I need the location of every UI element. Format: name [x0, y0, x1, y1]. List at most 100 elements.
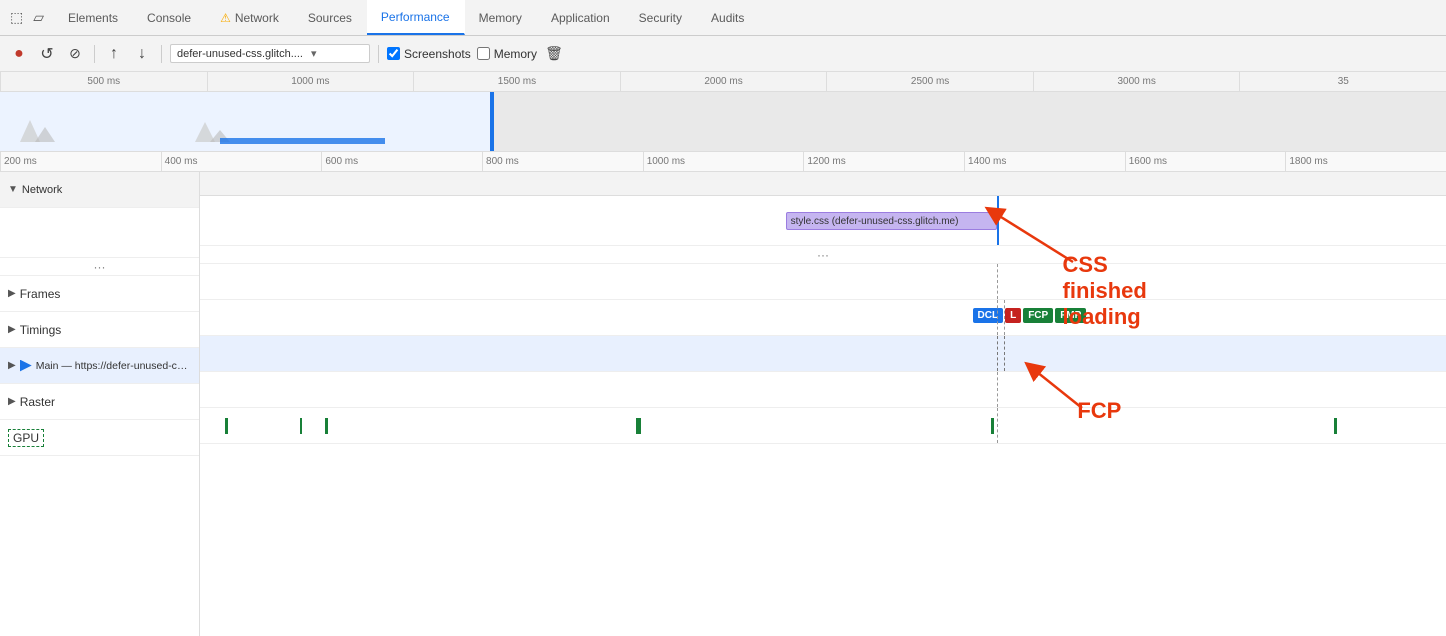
gpu-bar-1: [225, 418, 228, 434]
tab-memory[interactable]: Memory: [465, 0, 537, 35]
network-resource-row-label: [0, 208, 199, 258]
tab-elements[interactable]: Elements: [54, 0, 133, 35]
raster-vline: [997, 372, 998, 407]
delete-button[interactable]: 🗑: [543, 43, 565, 65]
tab-sources[interactable]: Sources: [294, 0, 367, 35]
gpu-label: GPU: [8, 429, 44, 447]
tab-network[interactable]: ⚠ Network: [206, 0, 294, 35]
cursor-icon[interactable]: ⬚: [10, 9, 23, 26]
bottom-mark-1000: 1000 ms: [643, 152, 804, 171]
ruler-mark-1500: 1500 ms: [413, 72, 620, 91]
tab-console-label: Console: [147, 11, 191, 25]
devtools-tab-bar: ⬚ ▱ Elements Console ⚠ Network Sources P…: [0, 0, 1446, 36]
track-label-timings[interactable]: ▶ Timings: [0, 312, 199, 348]
css-network-bar[interactable]: style.css (defer-unused-css.glitch.me): [786, 212, 998, 230]
ellipsis-row-timeline: ···: [200, 246, 1446, 264]
timings-label: Timings: [20, 323, 62, 337]
timeline-overview[interactable]: 500 ms 1000 ms 1500 ms 2000 ms 2500 ms 3…: [0, 72, 1446, 152]
ruler-mark-3000: 3000 ms: [1033, 72, 1240, 91]
timeline-selection: [0, 92, 492, 152]
download-button[interactable]: ↓: [131, 43, 153, 65]
bottom-mark-1600: 1600 ms: [1125, 152, 1286, 171]
main-play-icon: [20, 360, 32, 372]
tab-sources-label: Sources: [308, 11, 352, 25]
tab-security-label: Security: [639, 11, 682, 25]
main-label: Main — https://defer-unused-css.glitch.m…: [36, 360, 191, 372]
track-label-frames[interactable]: ▶ Frames: [0, 276, 199, 312]
tab-audits-label: Audits: [711, 11, 744, 25]
gpu-bar-3: [325, 418, 328, 434]
memory-checkbox[interactable]: [477, 47, 490, 60]
gpu-bar-6: [1334, 418, 1337, 434]
ruler-mark-1000: 1000 ms: [207, 72, 414, 91]
network-playhead-line: [997, 196, 999, 245]
track-labels-panel: ▼ Network ··· ▶ Frames ▶ Timings ▶ Main …: [0, 172, 200, 636]
bottom-mark-1800: 1800 ms: [1285, 152, 1446, 171]
tab-memory-label: Memory: [479, 11, 522, 25]
gpu-bar-5: [991, 418, 994, 434]
network-header-timeline: [200, 172, 1446, 196]
tab-performance[interactable]: Performance: [367, 0, 465, 35]
screenshots-checkbox[interactable]: [387, 47, 400, 60]
fcp-badge: FCP: [1023, 308, 1053, 323]
dcl-badge: DCL: [973, 308, 1004, 323]
bottom-mark-1200: 1200 ms: [803, 152, 964, 171]
track-label-main[interactable]: ▶ Main — https://defer-unused-css.glitch…: [0, 348, 199, 384]
url-selector[interactable]: defer-unused-css.glitch.... ▾: [170, 44, 370, 63]
main-panel: ▼ Network ··· ▶ Frames ▶ Timings ▶ Main …: [0, 172, 1446, 636]
frames-label: Frames: [20, 287, 61, 301]
screenshots-checkbox-label[interactable]: Screenshots: [387, 47, 471, 61]
raster-expand-arrow[interactable]: ▶: [8, 396, 16, 407]
timeline-content[interactable]: [0, 92, 1446, 152]
ruler-mark-500: 500 ms: [0, 72, 207, 91]
warning-icon: ⚠: [220, 11, 231, 25]
main-expand-arrow[interactable]: ▶: [8, 360, 16, 371]
url-text: defer-unused-css.glitch....: [177, 48, 303, 60]
device-icon[interactable]: ▱: [33, 9, 44, 26]
bottom-mark-200: 200 ms: [0, 152, 161, 171]
tab-application[interactable]: Application: [537, 0, 625, 35]
frames-expand-arrow[interactable]: ▶: [8, 288, 16, 299]
divider-1: [94, 45, 95, 63]
network-resource-timeline: style.css (defer-unused-css.glitch.me): [200, 196, 1446, 246]
main-timeline-row: FCP: [200, 336, 1446, 372]
memory-checkbox-label[interactable]: Memory: [477, 47, 537, 61]
clear-button[interactable]: ⊘: [64, 43, 86, 65]
gpu-timeline-row: [200, 408, 1446, 444]
timings-timeline-row: DCL L FCP FMP: [200, 300, 1446, 336]
timings-vline2: [1004, 300, 1005, 335]
ruler-mark-2500: 2500 ms: [826, 72, 1033, 91]
record-button[interactable]: ●: [8, 43, 30, 65]
upload-button[interactable]: ↑: [103, 43, 125, 65]
gpu-vline: [997, 408, 998, 443]
main-vline1: [997, 336, 998, 371]
timings-expand-arrow[interactable]: ▶: [8, 324, 16, 335]
reload-button[interactable]: ↺: [36, 43, 58, 65]
timings-vline: [997, 300, 998, 335]
gpu-bar-4: [636, 418, 641, 434]
bottom-mark-1400: 1400 ms: [964, 152, 1125, 171]
tool-icons: ⬚ ▱: [0, 0, 54, 35]
fmp-badge: FMP: [1055, 308, 1086, 323]
track-label-raster[interactable]: ▶ Raster: [0, 384, 199, 420]
tab-console[interactable]: Console: [133, 0, 206, 35]
performance-toolbar: ● ↺ ⊘ ↑ ↓ defer-unused-css.glitch.... ▾ …: [0, 36, 1446, 72]
raster-label: Raster: [20, 395, 55, 409]
main-vline2: [1004, 336, 1005, 371]
tab-audits[interactable]: Audits: [697, 0, 759, 35]
bottom-ruler: 200 ms 400 ms 600 ms 800 ms 1000 ms 1200…: [0, 152, 1446, 172]
timeline-ruler-top: 500 ms 1000 ms 1500 ms 2000 ms 2500 ms 3…: [0, 72, 1446, 92]
tab-elements-label: Elements: [68, 11, 118, 25]
ruler-mark-2000: 2000 ms: [620, 72, 827, 91]
network-section-header[interactable]: ▼ Network: [0, 172, 199, 208]
gpu-bar-2: [300, 418, 302, 434]
frames-vline: [997, 264, 998, 299]
network-expand-arrow[interactable]: ▼: [8, 184, 18, 195]
tab-application-label: Application: [551, 11, 610, 25]
tab-network-label: Network: [235, 11, 279, 25]
bottom-mark-800: 800 ms: [482, 152, 643, 171]
ellipsis-row-label: ···: [0, 258, 199, 276]
timeline-overview-wrapper: 500 ms 1000 ms 1500 ms 2000 ms 2500 ms 3…: [0, 72, 1446, 152]
tab-security[interactable]: Security: [625, 0, 697, 35]
ruler-mark-35: 35: [1239, 72, 1446, 91]
